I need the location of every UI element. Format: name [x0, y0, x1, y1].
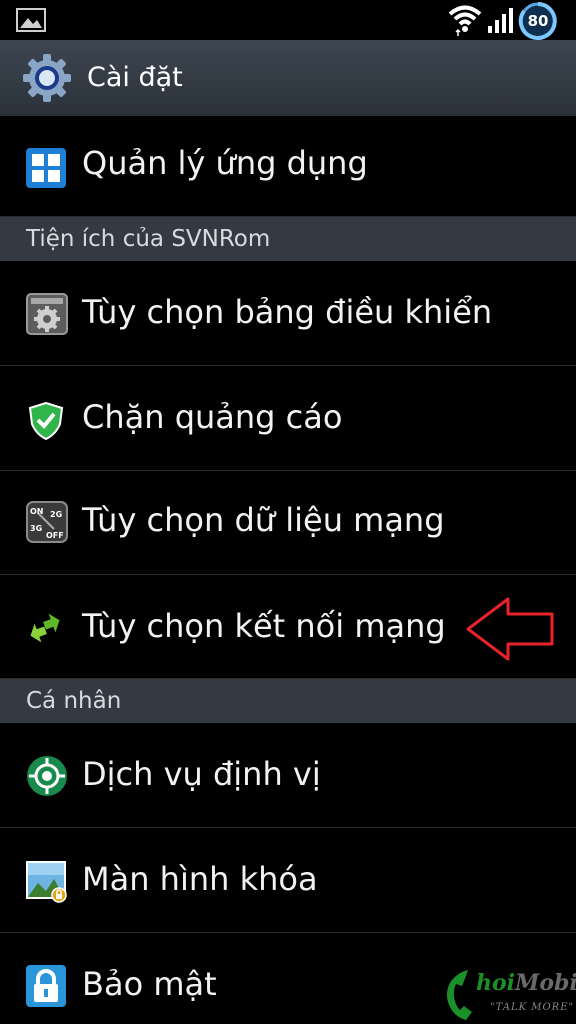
- gallery-icon: [16, 8, 46, 32]
- section-header-label: Tiện ích của SVNRom: [26, 226, 271, 252]
- watermark-brand: hoiMobile: [476, 970, 576, 996]
- network-data-toggle-icon: ON 2G 3G OFF: [26, 501, 68, 543]
- wifi-icon: [448, 5, 482, 36]
- watermark-slogan: "TALK MORE": [490, 1002, 575, 1013]
- list-item-ad-block[interactable]: Chặn quảng cáo: [0, 366, 576, 471]
- page-title: Cài đặt: [87, 62, 183, 93]
- padlock-icon: [26, 965, 66, 1007]
- phone-handset-icon: [446, 970, 472, 1020]
- list-item-lock-screen[interactable]: Màn hình khóa: [0, 828, 576, 933]
- list-item-label: Dịch vụ định vị: [82, 755, 321, 793]
- list-item-label: Màn hình khóa: [82, 860, 318, 898]
- location-target-icon: [27, 756, 67, 796]
- data-icon-2g-text: 2G: [50, 510, 62, 519]
- action-bar: Cài đặt: [0, 40, 576, 116]
- control-panel-gear-icon: [26, 293, 68, 335]
- watermark-brand-part2: Mobile: [515, 970, 576, 996]
- status-bar: 80: [0, 0, 576, 40]
- battery-level-text: 80: [527, 12, 549, 30]
- data-icon-off-text: OFF: [46, 531, 64, 540]
- section-header-label: Cá nhân: [26, 688, 122, 714]
- red-arrow-annotation-icon: [466, 597, 554, 661]
- settings-gear-icon[interactable]: [22, 53, 72, 103]
- list-item-label: Tùy chọn dữ liệu mạng: [82, 501, 445, 539]
- shield-check-icon: [28, 402, 64, 440]
- section-header-svnrom: Tiện ích của SVNRom: [0, 217, 576, 261]
- section-header-personal: Cá nhân: [0, 679, 576, 723]
- list-item-app-manager[interactable]: Quản lý ứng dụng: [0, 116, 576, 217]
- list-item-panel-options[interactable]: Tùy chọn bảng điều khiển: [0, 261, 576, 366]
- transfer-arrows-icon: [30, 613, 60, 643]
- watermark-logo: hoiMobile "TALK MORE": [442, 966, 576, 1024]
- list-item-label: Chặn quảng cáo: [82, 398, 343, 436]
- list-item-label: Quản lý ứng dụng: [82, 144, 368, 182]
- app-grid-icon: [26, 148, 66, 188]
- list-item-data-options[interactable]: ON 2G 3G OFF Tùy chọn dữ liệu mạng: [0, 471, 576, 575]
- watermark-brand-part1: hoi: [476, 970, 516, 996]
- data-icon-on-text: ON: [30, 507, 44, 516]
- lock-screen-icon: [26, 861, 67, 903]
- signal-icon: [488, 8, 513, 33]
- list-item-location[interactable]: Dịch vụ định vị: [0, 723, 576, 828]
- list-item-label: Bảo mật: [82, 965, 217, 1003]
- list-item-label: Tùy chọn kết nối mạng: [82, 607, 446, 645]
- list-item-label: Tùy chọn bảng điều khiển: [82, 293, 493, 331]
- data-icon-3g-text: 3G: [30, 524, 42, 533]
